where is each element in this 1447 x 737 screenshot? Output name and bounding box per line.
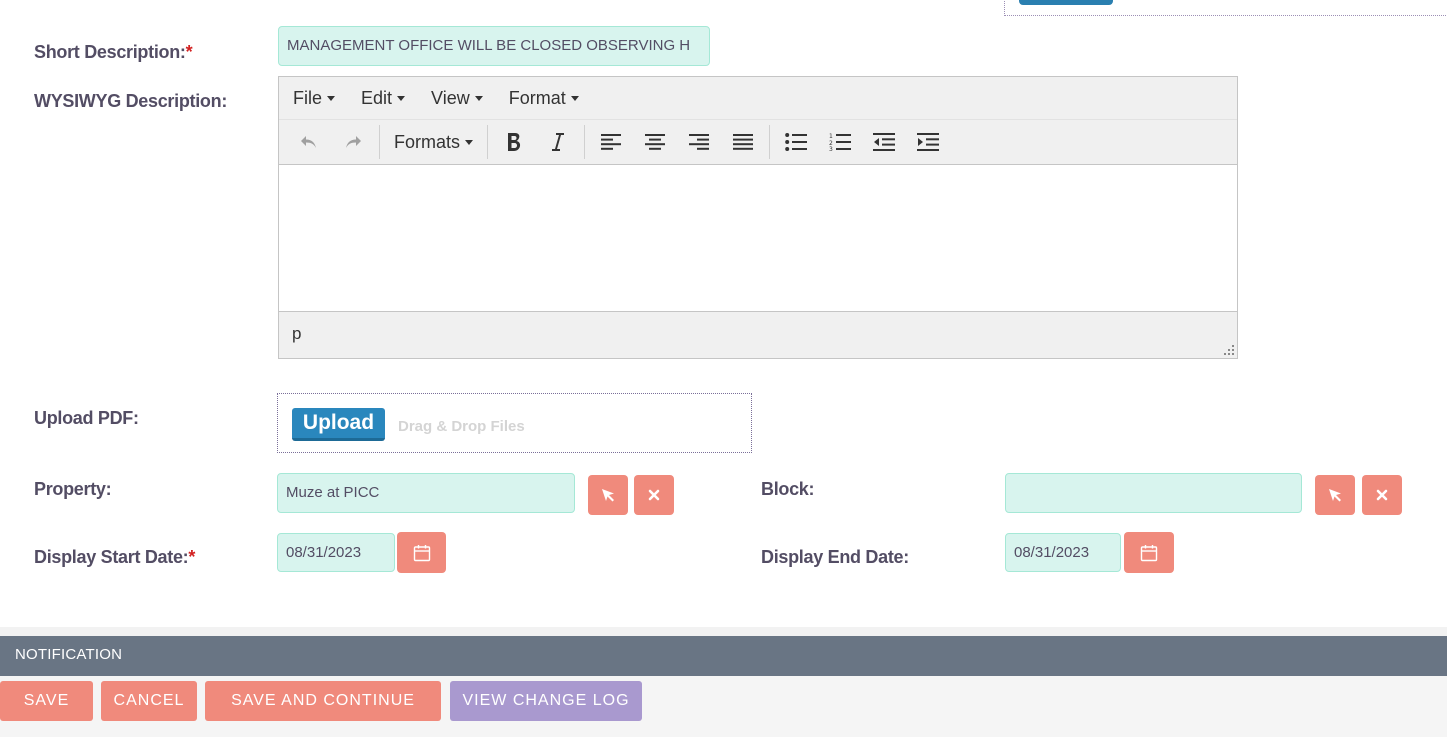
notification-section-header[interactable]: NOTIFICATION: [0, 636, 1447, 676]
align-center-icon[interactable]: [633, 125, 677, 159]
svg-text:1: 1: [829, 133, 833, 140]
required-mark: *: [185, 42, 193, 62]
editor-toolbar: Formats 123: [279, 120, 1237, 165]
editor-content-area[interactable]: [279, 165, 1237, 311]
cancel-button[interactable]: CANCEL: [101, 681, 197, 721]
caret-down-icon: [465, 139, 474, 145]
upload-pdf-label: Upload PDF:: [34, 408, 139, 428]
menu-format[interactable]: Format: [509, 88, 579, 109]
start-date-picker-button[interactable]: [397, 532, 446, 573]
caret-down-icon: [327, 95, 336, 101]
menu-edit[interactable]: Edit: [361, 88, 406, 109]
upload-button[interactable]: Upload: [292, 408, 385, 441]
block-label: Block:: [761, 479, 815, 499]
italic-icon[interactable]: [536, 125, 580, 159]
toolbar-separator: [584, 125, 586, 159]
toolbar-separator: [487, 125, 489, 159]
bold-icon[interactable]: [492, 125, 536, 159]
indent-icon[interactable]: [906, 125, 950, 159]
element-path[interactable]: p: [292, 324, 301, 343]
calendar-icon: [1140, 544, 1158, 561]
caret-down-icon: [397, 95, 406, 101]
bullet-list-icon[interactable]: [774, 125, 818, 159]
caret-down-icon: [570, 95, 579, 101]
clear-block-button[interactable]: [1362, 475, 1402, 515]
cursor-arrow-icon: [602, 489, 614, 502]
save-and-continue-button[interactable]: SAVE AND CONTINUE: [205, 681, 441, 721]
align-justify-icon[interactable]: [721, 125, 765, 159]
property-label: Property:: [34, 479, 112, 499]
save-button[interactable]: SAVE: [0, 681, 93, 721]
select-property-button[interactable]: [588, 475, 628, 515]
block-input[interactable]: [1005, 473, 1302, 513]
upload-panel-top-remnant: [1004, 0, 1447, 16]
clear-property-button[interactable]: [634, 475, 674, 515]
wysiwyg-editor: File Edit View Format Formats 1 2 3 p: [278, 76, 1238, 359]
display-start-date-input[interactable]: 08/31/2023: [277, 533, 395, 572]
property-input[interactable]: Muze at PICC: [277, 473, 575, 513]
cursor-arrow-icon: [1329, 489, 1341, 502]
view-change-log-button[interactable]: VIEW CHANGE LOG: [450, 681, 642, 721]
toolbar-separator: [379, 125, 380, 159]
undo-icon[interactable]: [287, 125, 331, 159]
svg-text:3: 3: [829, 146, 833, 151]
required-mark: *: [188, 547, 196, 567]
short-description-label: Short Description:*: [34, 42, 193, 62]
upload-dropzone[interactable]: Upload Drag & Drop Files: [277, 393, 752, 453]
display-end-date-input[interactable]: 08/31/2023: [1005, 533, 1121, 572]
wysiwyg-description-label: WYSIWYG Description:: [34, 91, 228, 111]
select-block-button[interactable]: [1315, 475, 1355, 515]
resize-handle-icon[interactable]: [1224, 345, 1234, 355]
short-description-input[interactable]: MANAGEMENT OFFICE WILL BE CLOSED OBSERVI…: [278, 26, 710, 66]
caret-down-icon: [474, 95, 483, 101]
redo-icon[interactable]: [331, 125, 375, 159]
display-start-date-label: Display Start Date:*: [34, 547, 196, 567]
calendar-icon: [413, 544, 430, 561]
display-end-date-label: Display End Date:: [761, 547, 909, 567]
drag-drop-hint: Drag & Drop Files: [398, 418, 525, 435]
formats-dropdown[interactable]: Formats: [384, 132, 483, 153]
upload-button-cropped[interactable]: [1019, 0, 1113, 5]
outdent-icon[interactable]: [862, 125, 906, 159]
numbered-list-icon[interactable]: 123: [818, 125, 862, 159]
close-icon: [648, 489, 660, 501]
align-left-icon[interactable]: [589, 125, 633, 159]
end-date-picker-button[interactable]: [1124, 532, 1174, 573]
editor-statusbar: p: [279, 311, 1237, 358]
menu-view[interactable]: View: [431, 88, 483, 109]
menu-file[interactable]: File: [293, 88, 336, 109]
toolbar-separator: [769, 125, 771, 159]
close-icon: [1376, 489, 1388, 501]
align-right-icon[interactable]: [677, 125, 721, 159]
editor-menubar: File Edit View Format: [279, 77, 1237, 120]
